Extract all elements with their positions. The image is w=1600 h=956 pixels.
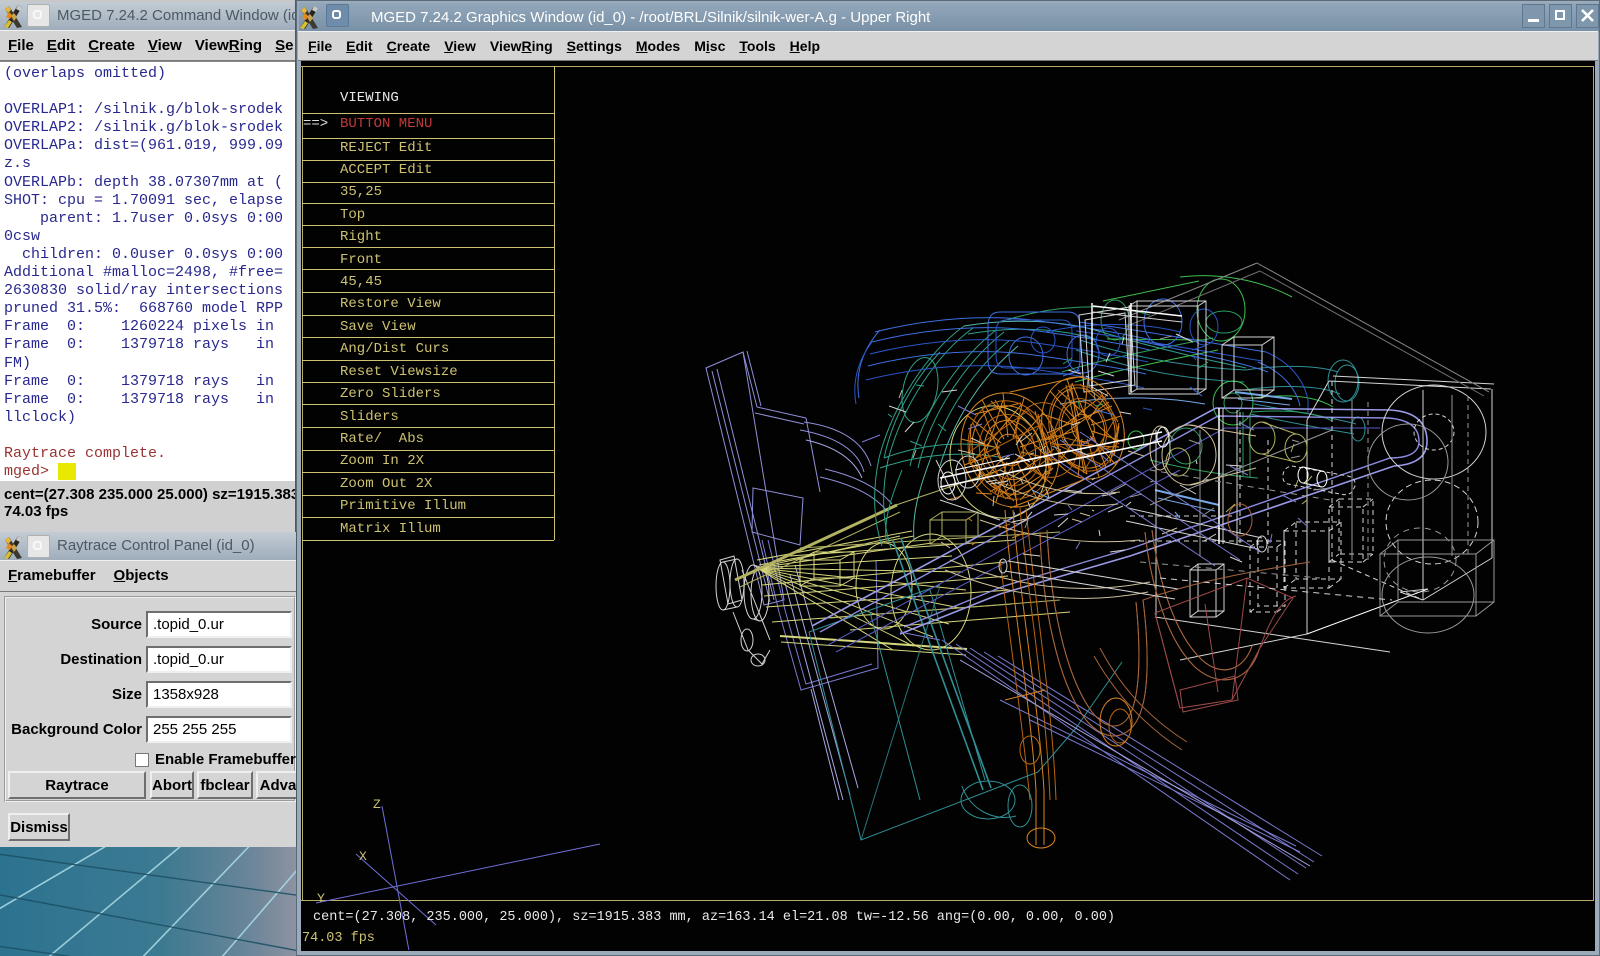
svg-text:X: X	[359, 849, 367, 864]
svg-text:Z: Z	[373, 797, 381, 812]
svg-text:Y: Y	[317, 891, 325, 906]
